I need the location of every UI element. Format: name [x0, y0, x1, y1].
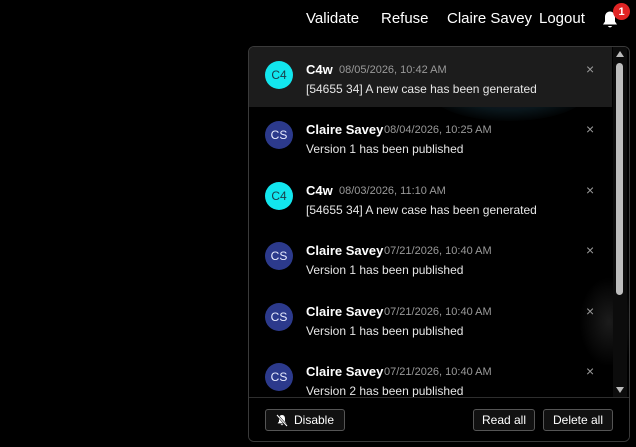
close-icon[interactable]: ×: [586, 122, 594, 136]
close-icon[interactable]: ×: [586, 304, 594, 318]
notification-date: 08/03/2026, 11:10 AM: [339, 185, 446, 197]
notifications-button[interactable]: 1: [600, 3, 630, 30]
notification-item[interactable]: C4 C4w 08/05/2026, 10:42 AM [54655 34] A…: [249, 47, 612, 107]
notification-author: C4w: [306, 183, 333, 198]
notification-date: 07/21/2026, 10:40 AM: [384, 306, 492, 318]
notification-author: Claire Savey: [306, 304, 384, 319]
notification-author: Claire Savey: [306, 364, 384, 379]
notification-list: C4 C4w 08/05/2026, 10:42 AM [54655 34] A…: [249, 47, 612, 397]
notification-message: Version 1 has been published: [306, 142, 464, 156]
validate-link[interactable]: Validate: [306, 10, 359, 27]
notification-item[interactable]: CS Claire Savey 07/21/2026, 10:40 AM Ver…: [249, 228, 612, 288]
user-name-link[interactable]: Claire Savey: [447, 10, 532, 27]
notification-item[interactable]: CS Claire Savey 08/04/2026, 10:25 AM Ver…: [249, 107, 612, 167]
notification-author: C4w: [306, 62, 333, 77]
notification-date: 07/21/2026, 10:40 AM: [384, 366, 492, 378]
scroll-down-arrow-icon[interactable]: [616, 387, 624, 393]
disable-notifications-button[interactable]: Disable: [265, 409, 345, 431]
bell-off-icon: [276, 413, 288, 427]
notification-author: Claire Savey: [306, 243, 384, 258]
disable-button-label: Disable: [293, 413, 335, 427]
avatar: CS: [265, 363, 293, 391]
notification-item[interactable]: CS Claire Savey 07/21/2026, 10:40 AM Ver…: [249, 349, 612, 397]
avatar: C4: [265, 61, 293, 89]
notification-author: Claire Savey: [306, 122, 384, 137]
notification-item[interactable]: CS Claire Savey 07/21/2026, 10:40 AM Ver…: [249, 289, 612, 349]
scrollbar-thumb[interactable]: [616, 63, 623, 295]
close-icon[interactable]: ×: [586, 62, 594, 76]
notification-message: Version 1 has been published: [306, 324, 464, 338]
avatar: CS: [265, 242, 293, 270]
close-icon[interactable]: ×: [586, 183, 594, 197]
read-all-button[interactable]: Read all: [473, 409, 535, 431]
logout-link[interactable]: Logout: [539, 10, 585, 27]
notification-date: 07/21/2026, 10:40 AM: [384, 245, 492, 257]
notification-message: Version 1 has been published: [306, 263, 464, 277]
notification-message: [54655 34] A new case has been generated: [306, 82, 537, 96]
close-icon[interactable]: ×: [586, 364, 594, 378]
scroll-up-arrow-icon[interactable]: [616, 51, 624, 57]
notification-message: [54655 34] A new case has been generated: [306, 203, 537, 217]
avatar: C4: [265, 182, 293, 210]
notification-date: 08/05/2026, 10:42 AM: [339, 64, 447, 76]
notifications-panel: C4 C4w 08/05/2026, 10:42 AM [54655 34] A…: [248, 46, 630, 442]
close-icon[interactable]: ×: [586, 243, 594, 257]
scrollbar[interactable]: [613, 47, 627, 397]
avatar: CS: [265, 303, 293, 331]
refuse-link[interactable]: Refuse: [381, 10, 429, 27]
delete-all-button[interactable]: Delete all: [543, 409, 613, 431]
top-navigation: Validate Refuse Claire Savey Logout 1: [0, 0, 636, 38]
notification-date: 08/04/2026, 10:25 AM: [384, 124, 492, 136]
notification-item[interactable]: C4 C4w 08/03/2026, 11:10 AM [54655 34] A…: [249, 168, 612, 228]
notification-count-badge: 1: [613, 3, 630, 20]
avatar: CS: [265, 121, 293, 149]
notification-message: Version 2 has been published: [306, 384, 464, 397]
notifications-footer: Disable Read all Delete all: [249, 397, 629, 441]
